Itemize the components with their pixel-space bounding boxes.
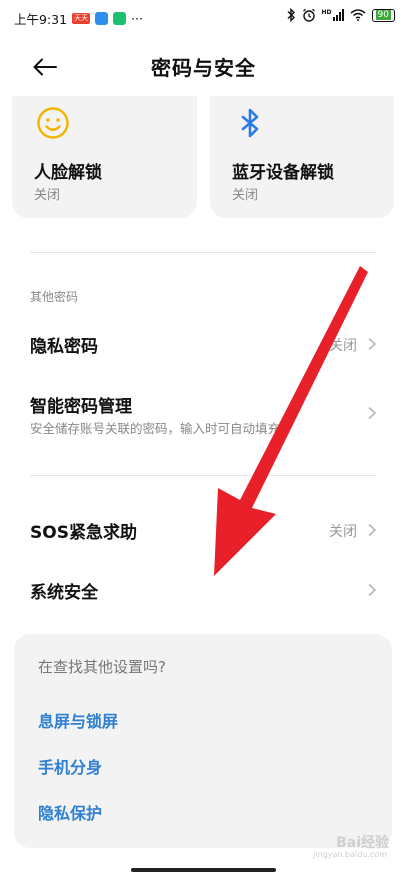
chevron-right-icon xyxy=(368,406,377,420)
search-more-question: 在查找其他设置吗? xyxy=(38,658,166,676)
app-badge: 天天 xyxy=(72,13,91,24)
page-title: 密码与安全 xyxy=(151,56,256,80)
link-privacy-protection[interactable]: 隐私保护 xyxy=(38,800,102,824)
sos-value: 关闭 xyxy=(329,524,357,540)
signal-label: HD xyxy=(321,9,332,16)
system-security-row[interactable]: 系统安全 xyxy=(0,568,407,612)
smart-password-label: 智能密码管理 xyxy=(30,397,132,417)
bluetooth-unlock-status: 关闭 xyxy=(232,188,259,203)
status-time: 上午9:31 xyxy=(14,12,68,27)
search-more-card: 在查找其他设置吗? 息屏与锁屏 手机分身 隐私保护 xyxy=(14,634,392,848)
link-lock-screen[interactable]: 息屏与锁屏 xyxy=(38,708,118,732)
wifi-icon xyxy=(350,9,366,21)
alarm-icon xyxy=(302,8,315,22)
battery-icon: 90 xyxy=(371,8,395,22)
bluetooth-status-icon xyxy=(287,8,295,22)
divider xyxy=(30,475,377,476)
status-right: HD 90 xyxy=(286,8,395,22)
bluetooth-unlock-card[interactable]: 蓝牙设备解锁 关闭 xyxy=(210,96,394,218)
chevron-right-icon xyxy=(368,337,377,351)
app-icon-blue xyxy=(95,12,109,25)
privacy-password-value: 关闭 xyxy=(329,338,357,354)
smiley-face-icon xyxy=(37,107,69,139)
smart-password-subtitle: 安全储存账号关联的密码，输入时可自动填充 xyxy=(30,421,281,436)
face-unlock-title: 人脸解锁 xyxy=(34,163,102,183)
status-bar: 上午9:31 天天 ··· HD 90 xyxy=(0,0,407,34)
sos-label: SOS紧急求助 xyxy=(30,523,137,543)
signal-icon: HD xyxy=(322,9,344,21)
privacy-password-row[interactable]: 隐私密码 关闭 xyxy=(0,322,407,366)
watermark-url: jingyan.baidu.com xyxy=(313,850,387,859)
smart-password-row[interactable]: 智能密码管理 安全储存账号关联的密码，输入时可自动填充 xyxy=(0,382,407,442)
section-label-other-passwords: 其他密码 xyxy=(30,290,79,304)
battery-level: 90 xyxy=(375,10,391,20)
face-unlock-card[interactable]: 人脸解锁 关闭 xyxy=(12,96,197,218)
bluetooth-icon xyxy=(241,108,259,138)
watermark-logo: Bai经验 xyxy=(336,835,389,851)
chevron-right-icon xyxy=(368,523,377,537)
system-security-label: 系统安全 xyxy=(30,583,98,603)
more-notifications-icon: ··· xyxy=(131,11,143,26)
app-icon-green xyxy=(113,12,127,25)
chevron-right-icon xyxy=(368,583,377,597)
privacy-password-label: 隐私密码 xyxy=(30,337,98,357)
bluetooth-unlock-title: 蓝牙设备解锁 xyxy=(232,163,334,183)
home-indicator[interactable] xyxy=(131,868,276,872)
face-unlock-status: 关闭 xyxy=(34,188,61,203)
status-left: 上午9:31 天天 ··· xyxy=(14,9,143,28)
sos-row[interactable]: SOS紧急求助 关闭 xyxy=(0,508,407,552)
divider xyxy=(30,252,377,253)
link-second-space[interactable]: 手机分身 xyxy=(38,754,102,778)
